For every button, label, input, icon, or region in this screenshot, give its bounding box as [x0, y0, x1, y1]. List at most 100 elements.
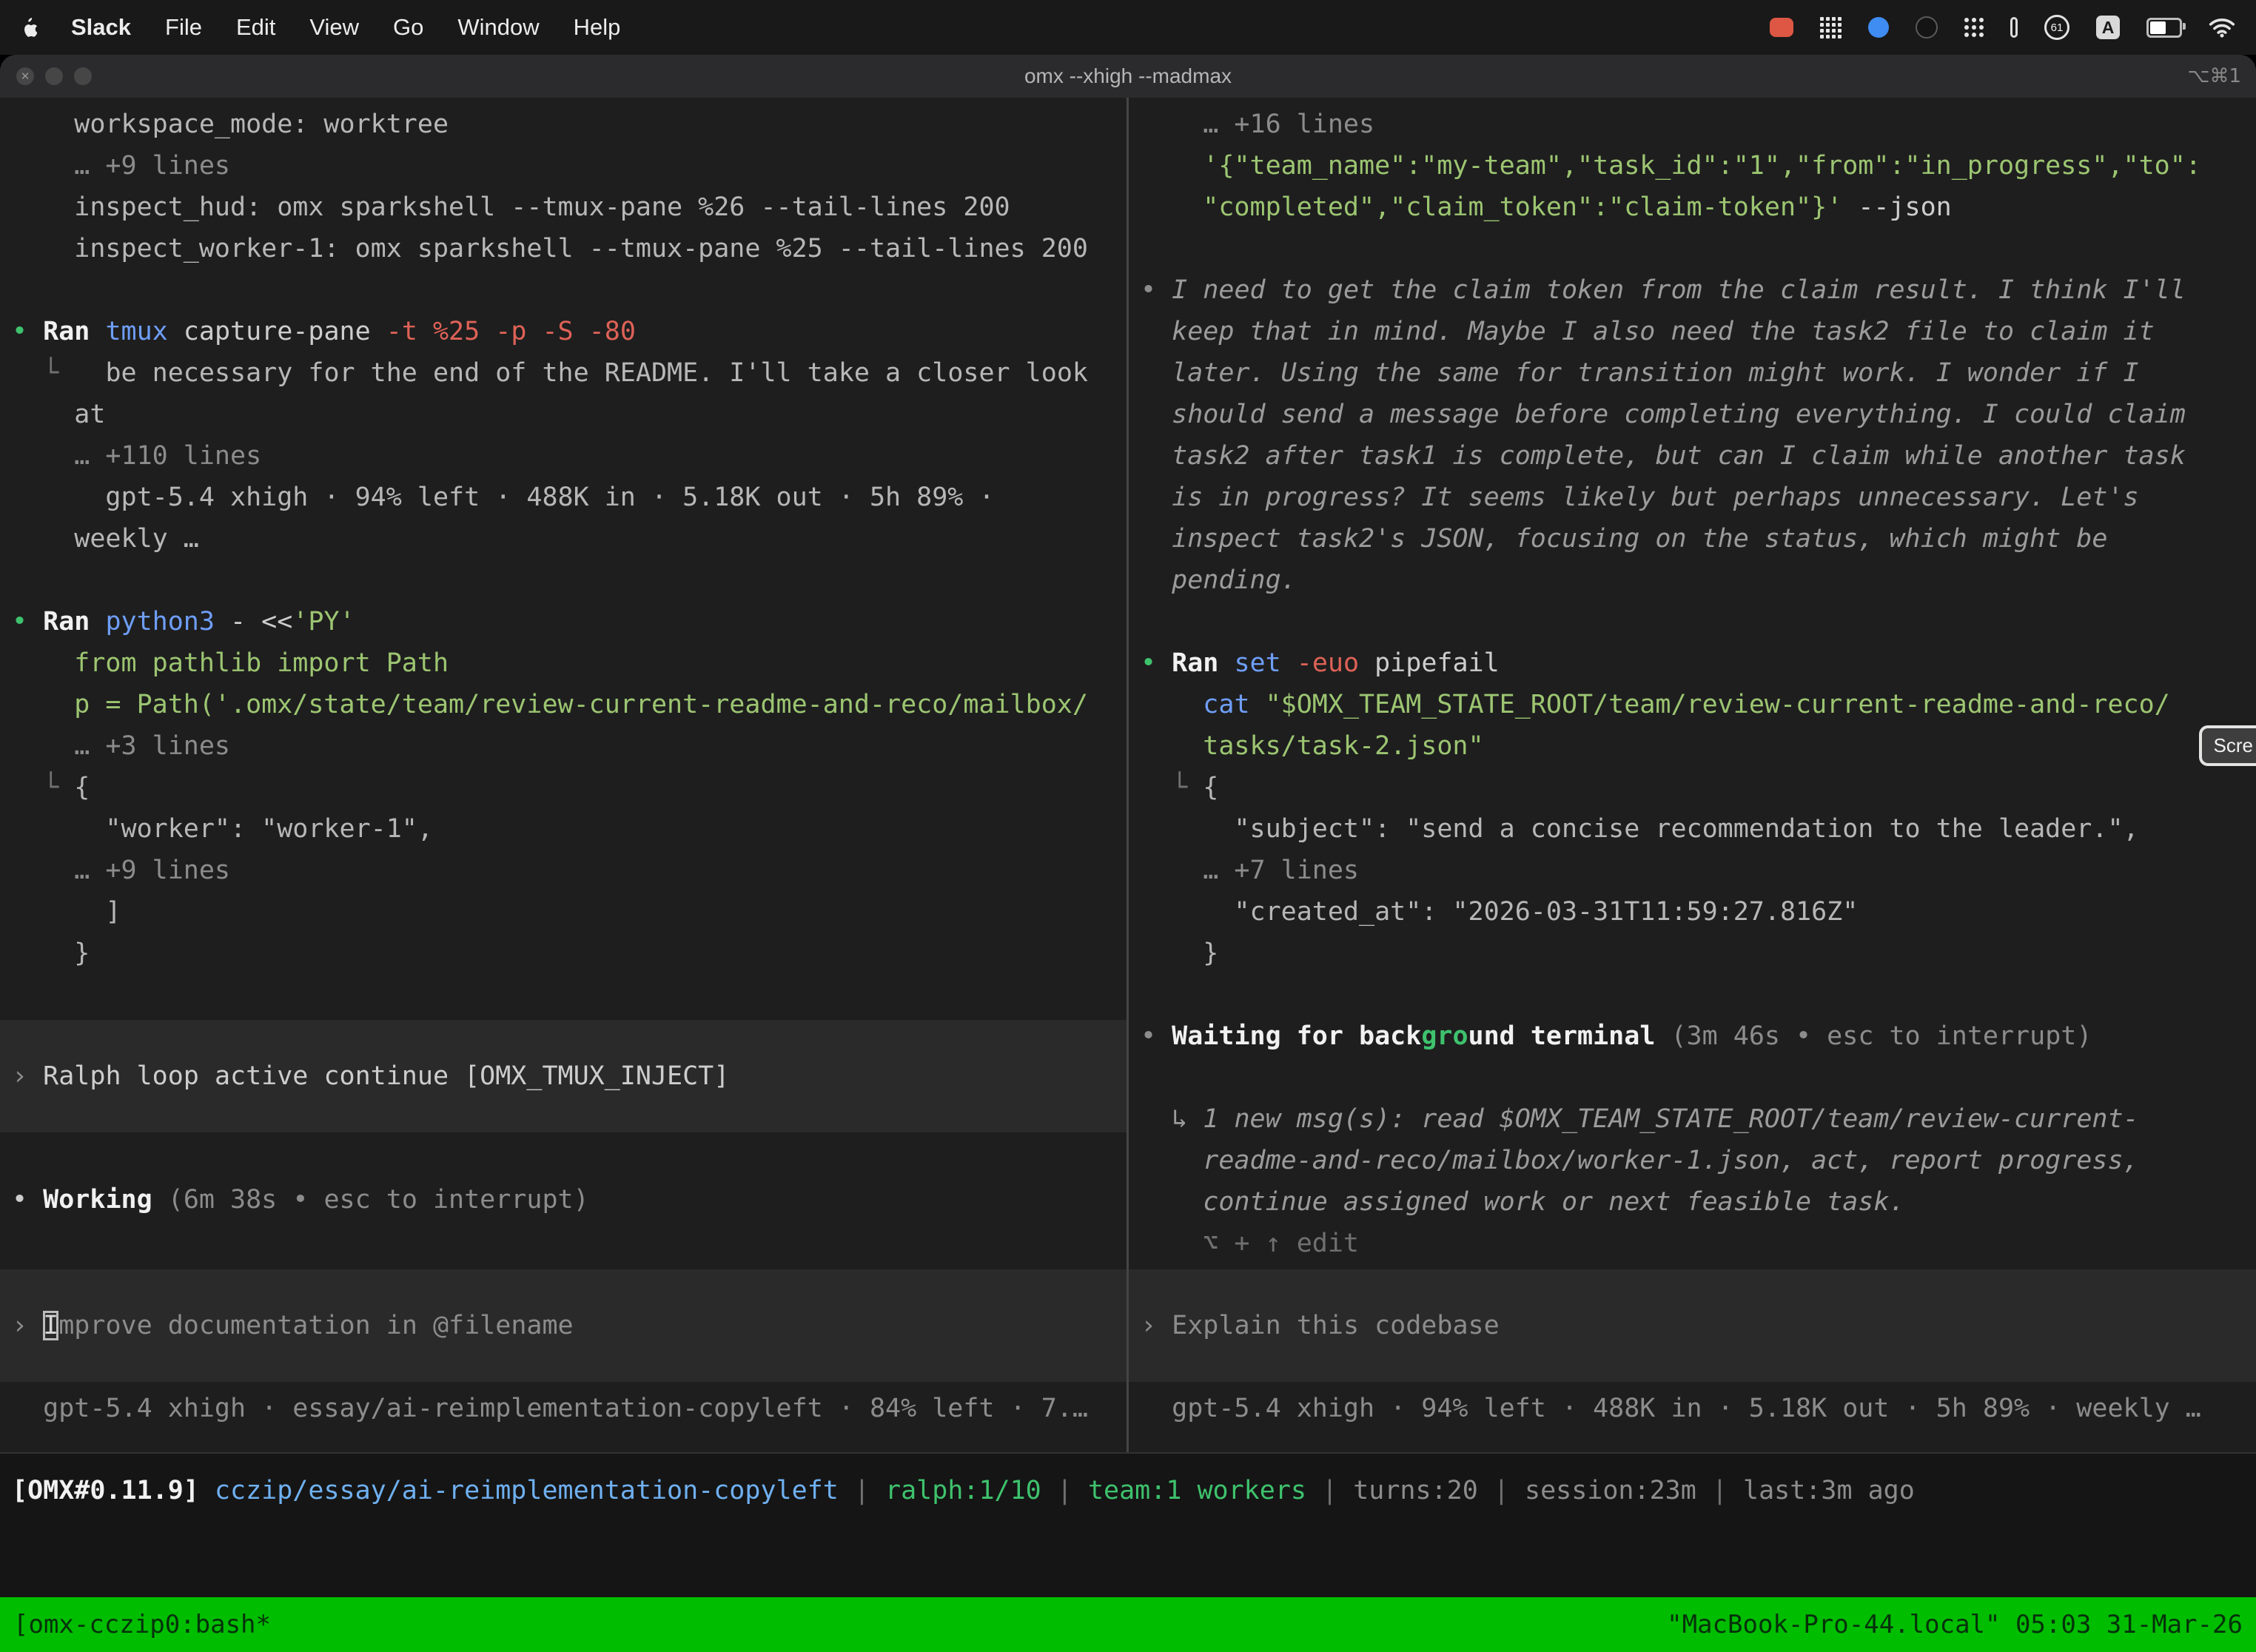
text-segment: tmux: [105, 317, 183, 346]
text-segment: └: [12, 773, 74, 802]
text-segment: Working: [43, 1185, 152, 1215]
battery-percent-icon[interactable]: 61: [2044, 15, 2069, 40]
text-segment: 1 new msg(s): read $OMX_TEAM_STATE_ROOT/…: [1203, 1104, 2138, 1134]
composer-input-left[interactable]: › Improve documentation in @filename: [0, 1269, 1127, 1382]
queued-message: › Ralph loop active continue [OMX_TMUX_I…: [0, 1020, 1127, 1132]
tmux-status-bar: [omx-cczip0:bash* "MacBook-Pro-44.local"…: [0, 1597, 2256, 1652]
dark-app-icon[interactable]: [1916, 16, 1938, 38]
left-pane-statusline: gpt-5.4 xhigh · essay/ai-reimplementatio…: [12, 1388, 1127, 1429]
terminal-line: ⌥ + ↑ edit: [1141, 1223, 2256, 1264]
terminal-line: tasks/task-2.json": [1141, 725, 2256, 767]
text-segment: inspect_hud: omx sparkshell --tmux-pane …: [12, 192, 1010, 222]
text-segment: }: [12, 939, 90, 968]
text-segment: ›: [12, 1311, 43, 1340]
text-segment: is in progress? It seems likely but perh…: [1141, 483, 2139, 512]
text-segment: I need to get the claim token from the c…: [1172, 275, 2186, 305]
menu-bar: Slack File Edit View Go Window Help 61 A: [0, 0, 2256, 55]
working-status: • Working (6m 38s • esc to interrupt): [12, 1179, 1127, 1220]
text-segment: session:23m: [1525, 1476, 1696, 1505]
text-segment: {: [1203, 773, 1218, 802]
text-segment: … +110 lines: [12, 441, 261, 471]
close-button[interactable]: [16, 67, 34, 85]
grid-app-icon[interactable]: [1820, 17, 1842, 38]
text-segment: cat: [1203, 690, 1265, 719]
text-segment: |: [1306, 1476, 1353, 1505]
apple-menu-icon[interactable]: [21, 18, 37, 38]
terminal-line: }: [1141, 933, 2256, 974]
terminal-line: [12, 560, 1127, 601]
text-segment: capture-pane: [184, 317, 386, 346]
text-segment: |: [1041, 1476, 1088, 1505]
text-segment: at: [12, 400, 105, 429]
input-source-icon[interactable]: A: [2096, 16, 2120, 39]
dots-grid-icon[interactable]: [1964, 18, 1984, 37]
terminal-line: [1141, 601, 2256, 642]
app-menu-slack[interactable]: Slack: [71, 14, 131, 41]
terminal-line: … +110 lines: [12, 435, 1127, 477]
right-pane-statusline: gpt-5.4 xhigh · 94% left · 488K in · 5.1…: [1141, 1388, 2256, 1429]
menu-item[interactable]: Help: [574, 14, 621, 41]
text-segment: [OMX#0.11.9]: [12, 1476, 215, 1505]
text-segment: continue assigned work or next feasible …: [1141, 1187, 1905, 1217]
zoom-button[interactable]: [74, 67, 92, 85]
text-segment: ›: [12, 1061, 43, 1091]
terminal-line: [1141, 974, 2256, 1015]
minimize-button[interactable]: [45, 67, 63, 85]
text-segment: … +3 lines: [12, 731, 230, 761]
text-segment: ›: [1141, 1311, 1172, 1340]
pane-right: … +16 lines '{"team_name":"my-team","tas…: [1127, 98, 2256, 1452]
terminal-line: [1141, 228, 2256, 269]
terminal-line: • Ran tmux capture-pane -t %25 -p -S -80: [12, 311, 1127, 352]
text-segment: •: [12, 317, 43, 346]
terminal-line: "created_at": "2026-03-31T11:59:27.816Z": [1141, 891, 2256, 933]
text-segment: ralph:1/10: [885, 1476, 1041, 1505]
terminal-line: weekly …: [12, 518, 1127, 560]
terminal-line: └ {: [12, 767, 1127, 808]
omx-hud-statusline: [OMX#0.11.9] cczip/essay/ai-reimplementa…: [0, 1470, 2256, 1511]
terminal-line: [1141, 1057, 2256, 1098]
window-title-bar[interactable]: omx --xhigh --madmax ⌥⌘1: [0, 55, 2256, 98]
wifi-icon[interactable]: [2209, 17, 2235, 38]
text-segment: Waiting for back: [1172, 1021, 1421, 1051]
menu-item[interactable]: View: [309, 14, 359, 41]
screen-share-button[interactable]: Scre: [2199, 725, 2256, 766]
terminal-line: … +16 lines: [1141, 104, 2256, 145]
composer-input-right[interactable]: › Explain this codebase: [1129, 1269, 2256, 1382]
text-segment: gpt-5.4 xhigh · 94% left · 488K in · 5.1…: [1141, 1394, 2201, 1423]
terminal-line: "subject": "send a concise recommendatio…: [1141, 808, 2256, 850]
text-segment: Explain this codebase: [1172, 1311, 1500, 1340]
text-segment: ↳: [1141, 1104, 1203, 1134]
terminal-line: … +9 lines: [12, 145, 1127, 187]
battery-icon[interactable]: [2146, 18, 2182, 38]
text-segment: {: [74, 773, 90, 802]
screen-recording-icon[interactable]: [1770, 18, 1793, 37]
text-segment: keep that in mind. Maybe I also need the…: [1141, 317, 2155, 346]
text-segment: (3m 46s • esc to interrupt): [1671, 1021, 2092, 1051]
text-segment: 'PY': [292, 607, 355, 637]
tmux-host-time: "MacBook-Pro-44.local" 05:03 31-Mar-26: [1667, 1610, 2243, 1639]
traffic-lights: [16, 55, 92, 98]
terminal-line: continue assigned work or next feasible …: [1141, 1181, 2256, 1223]
tmux-panes: workspace_mode: worktree … +9 lines insp…: [0, 98, 2256, 1454]
terminal-line: p = Path('.omx/state/team/review-current…: [12, 684, 1127, 725]
text-segment: ]: [12, 897, 121, 927]
menu-item[interactable]: File: [165, 14, 202, 41]
terminal-line: later. Using the same for transition mig…: [1141, 352, 2256, 394]
text-segment: "worker": "worker-1",: [12, 814, 433, 844]
terminal-window: omx --xhigh --madmax ⌥⌘1 workspace_mode:…: [0, 55, 2256, 1652]
text-segment: turns:20: [1353, 1476, 1478, 1505]
text-segment: '{"team_name":"my-team","task_id":"1","f…: [1141, 151, 2201, 181]
text-segment: mprove documentation in @filename: [58, 1311, 573, 1340]
menu-item[interactable]: Edit: [236, 14, 275, 41]
terminal-line: workspace_mode: worktree: [12, 104, 1127, 145]
slim-app-icon[interactable]: [2010, 17, 2018, 38]
menu-item[interactable]: Window: [457, 14, 539, 41]
text-segment: gpt-5.4 xhigh · essay/ai-reimplementatio…: [12, 1394, 1088, 1423]
text-segment: team:1 workers: [1088, 1476, 1306, 1505]
menu-bar-left: Slack File Edit View Go Window Help: [21, 14, 620, 41]
menu-item[interactable]: Go: [393, 14, 423, 41]
text-segment: tasks/task-2.json": [1141, 731, 1484, 761]
blue-app-icon[interactable]: [1868, 17, 1889, 38]
menu-bar-status-icons: 61 A: [1770, 15, 2235, 40]
text-segment: python3: [105, 607, 230, 637]
